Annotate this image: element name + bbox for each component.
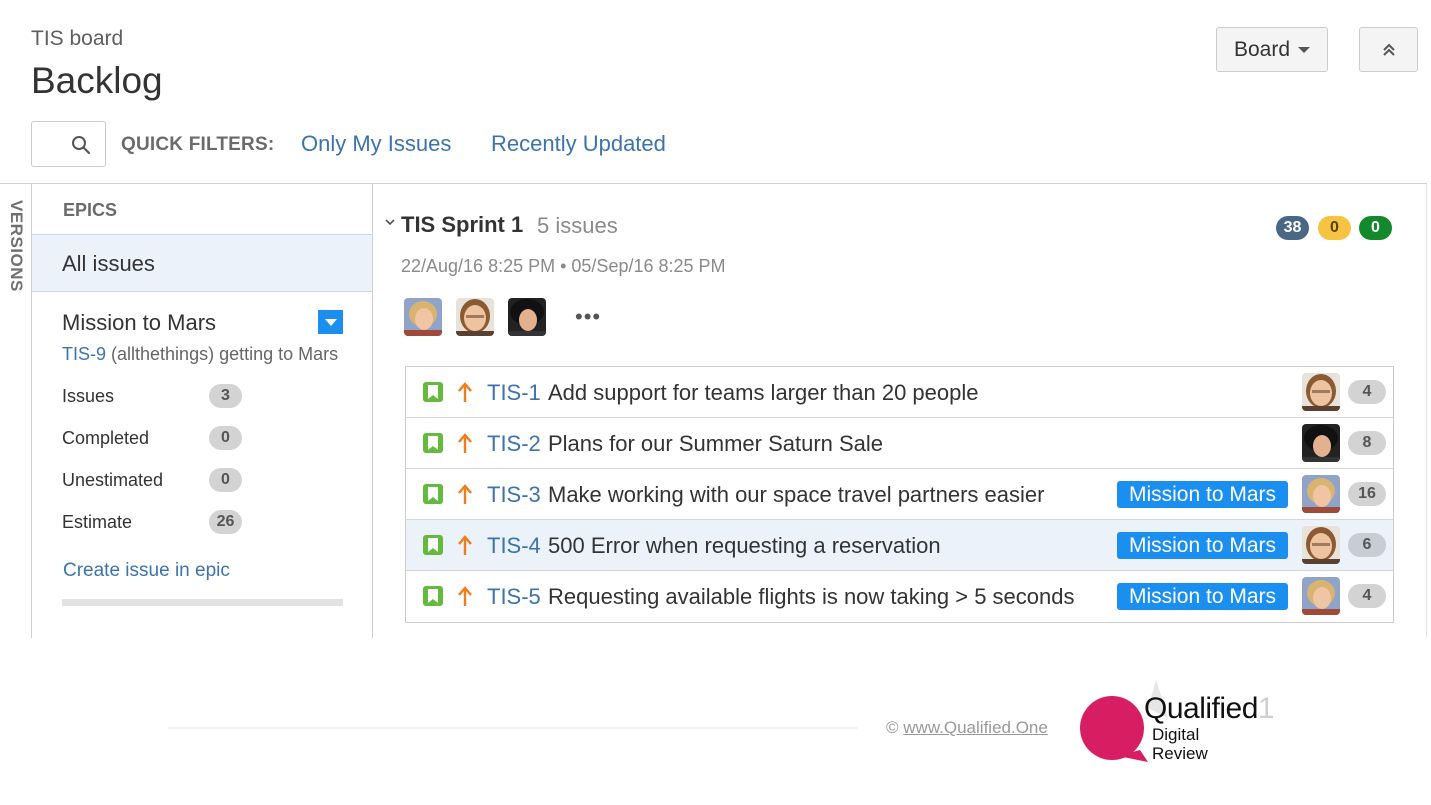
issue-key-link[interactable]: TIS-5 — [487, 584, 541, 610]
avatar-blonde-woman[interactable] — [404, 298, 442, 336]
assignee-avatar-dark-haired-woman[interactable] — [1302, 424, 1340, 462]
issue-summary: 500 Error when requesting a reservation — [548, 533, 941, 558]
epic-lozenge[interactable]: Mission to Mars — [1117, 583, 1288, 610]
issue-row-selected[interactable]: TIS-4 500 Error when requesting a reserv… — [406, 520, 1393, 571]
quick-filter-only-my-issues[interactable]: Only My Issues — [301, 131, 451, 157]
stat-label: Unestimated — [62, 470, 164, 490]
story-icon — [423, 433, 443, 453]
issue-key-link[interactable]: TIS-2 — [487, 431, 541, 457]
quick-filters-label: QUICK FILTERS: — [121, 134, 275, 155]
copyright: © www.Qualified.One — [886, 718, 1048, 738]
versions-tab-label: VERSIONS — [7, 200, 26, 292]
stat-badge: 0 — [209, 468, 242, 492]
qualified-one-logo: Qualified1 Digital Review — [1078, 678, 1278, 768]
all-issues-filter[interactable]: All issues — [32, 234, 372, 292]
epic-actions-dropdown[interactable] — [318, 310, 343, 334]
issue-summary: Plans for our Summer Saturn Sale — [548, 431, 884, 456]
logo-wordmark: Qualified1 — [1144, 692, 1275, 726]
issue-list: TIS-1 Add support for teams larger than … — [405, 366, 1394, 623]
issue-row[interactable]: TIS-1 Add support for teams larger than … — [406, 367, 1393, 418]
epic-key-link[interactable]: TIS-9 — [62, 344, 106, 364]
estimate-badge: 6 — [1348, 533, 1386, 557]
avatar-bearded-man[interactable] — [456, 298, 494, 336]
issue-key-link[interactable]: TIS-3 — [487, 482, 541, 508]
logo-one: 1 — [1257, 692, 1275, 725]
collapse-header-button[interactable] — [1359, 27, 1418, 72]
stat-badge: 3 — [209, 384, 242, 408]
issue-key-link[interactable]: TIS-1 — [487, 380, 541, 406]
board-name: TIS board — [31, 27, 124, 50]
more-assignees-button[interactable]: ••• — [575, 304, 601, 330]
priority-high-arrow-icon — [458, 586, 472, 606]
epics-panel: EPICS All issues Mission to Mars TIS-9 (… — [32, 184, 373, 638]
epics-heading: EPICS — [63, 200, 118, 220]
estimate-badge: 4 — [1348, 584, 1386, 608]
issue-row[interactable]: TIS-2 Plans for our Summer Saturn Sale 8 — [406, 418, 1393, 469]
epic-stat-completed: Completed — [62, 428, 149, 449]
quick-filter-recently-updated[interactable]: Recently Updated — [491, 131, 666, 157]
page-title: Backlog — [31, 60, 163, 101]
sprint-dates: 22/Aug/16 8:25 PM • 05/Sep/16 8:25 PM — [401, 256, 726, 276]
double-chevron-up-icon — [1382, 43, 1395, 56]
epic-summary: (allthethings) getting to Mars — [106, 344, 339, 364]
stat-badge: 0 — [209, 426, 242, 450]
logo-word: Qualified — [1144, 692, 1258, 725]
chevron-down-icon[interactable] — [384, 217, 396, 227]
issue-summary: Requesting available flights is now taki… — [548, 584, 1075, 609]
story-icon — [423, 535, 443, 555]
epic-lozenge[interactable]: Mission to Mars — [1117, 481, 1288, 508]
copyright-symbol: © — [886, 718, 899, 737]
create-issue-in-epic-link[interactable]: Create issue in epic — [63, 560, 230, 582]
priority-high-arrow-icon — [458, 484, 472, 504]
issue-key-link[interactable]: TIS-4 — [487, 533, 541, 559]
stat-label: Estimate — [62, 512, 133, 532]
search-input[interactable] — [31, 121, 106, 167]
status-count-todo: 38 — [1276, 216, 1309, 240]
sprint-panel: TIS Sprint 1 5 issues 22/Aug/16 8:25 PM … — [373, 184, 1427, 638]
assignee-avatar-blonde-woman[interactable] — [1302, 475, 1340, 513]
assignee-avatar-blonde-woman[interactable] — [1302, 577, 1340, 615]
caret-down-icon — [324, 318, 337, 326]
estimate-badge: 16 — [1348, 482, 1386, 506]
board-view-dropdown[interactable]: Board — [1216, 27, 1328, 72]
logo-line-1: Digital — [1152, 725, 1200, 744]
story-icon — [423, 586, 443, 606]
caret-down-icon — [1298, 46, 1311, 53]
stat-badge: 26 — [209, 510, 242, 534]
assignee-avatar-bearded-man[interactable] — [1302, 373, 1340, 411]
epic-lozenge[interactable]: Mission to Mars — [1117, 532, 1288, 559]
avatar-dark-haired-woman[interactable] — [508, 298, 546, 336]
issue-summary: Make working with our space travel partn… — [548, 482, 1045, 507]
footer-divider — [168, 727, 857, 729]
assignee-avatar-bearded-man[interactable] — [1302, 526, 1340, 564]
issue-row[interactable]: TIS-5 Requesting available flights is no… — [406, 571, 1393, 622]
versions-tab[interactable]: VERSIONS — [0, 184, 32, 638]
board-button-label: Board — [1233, 37, 1291, 61]
epic-stat-unestimated: Unestimated — [62, 470, 163, 491]
story-icon — [423, 484, 443, 504]
stat-label: Completed — [62, 428, 150, 448]
status-count-in-progress: 0 — [1318, 216, 1351, 240]
issue-row[interactable]: TIS-3 Make working with our space travel… — [406, 469, 1393, 520]
issue-summary: Add support for teams larger than 20 peo… — [548, 380, 979, 405]
sprint-name[interactable]: TIS Sprint 1 — [401, 212, 523, 238]
estimate-badge: 4 — [1348, 380, 1386, 404]
epic-description: TIS-9 (allthethings) getting to Mars — [62, 344, 338, 365]
search-icon — [72, 136, 91, 155]
priority-high-arrow-icon — [458, 382, 472, 402]
epic-stat-estimate: Estimate — [62, 512, 132, 533]
stat-label: Issues — [62, 386, 115, 406]
epic-name[interactable]: Mission to Mars — [62, 310, 216, 336]
story-icon — [423, 382, 443, 402]
estimate-badge: 8 — [1348, 431, 1386, 455]
priority-high-arrow-icon — [458, 433, 472, 453]
epic-progress-bar — [62, 599, 343, 606]
status-count-done: 0 — [1359, 216, 1392, 240]
qualified-one-link[interactable]: www.Qualified.One — [903, 718, 1048, 737]
logo-line-2: Review — [1152, 744, 1208, 763]
sprint-issue-count: 5 issues — [537, 213, 618, 238]
priority-high-arrow-icon — [458, 535, 472, 555]
epic-stat-issues: Issues — [62, 386, 114, 407]
